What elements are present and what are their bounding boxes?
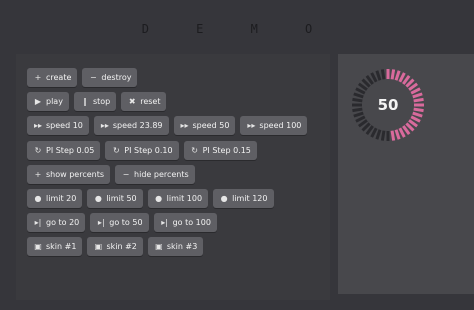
destroy-button[interactable]: − destroy bbox=[82, 68, 138, 87]
reset-icon: ✖ bbox=[128, 97, 136, 106]
button-label: speed 23.89 bbox=[112, 121, 163, 130]
button-row: ● limit 20 ● limit 50 ● limit 100 ● limit 120 bbox=[27, 189, 274, 208]
button-label: PI Step 0.10 bbox=[124, 146, 173, 155]
button-label: skin #2 bbox=[106, 242, 137, 251]
skin-2-button[interactable]: ▣ skin #2 bbox=[87, 237, 143, 256]
skin-1-button[interactable]: ▣ skin #1 bbox=[27, 237, 83, 256]
limit-50-button[interactable]: ● limit 50 bbox=[87, 189, 143, 208]
button-label: reset bbox=[140, 97, 161, 106]
speed-23-89-button[interactable]: ▸▸ speed 23.89 bbox=[93, 116, 169, 135]
skin-1-icon: ▣ bbox=[34, 242, 42, 251]
button-row: ▸| go to 20 ▸| go to 50 ▸| go to 100 bbox=[27, 213, 217, 232]
limit-20-icon: ● bbox=[34, 194, 42, 203]
button-row: ▣ skin #1 ▣ skin #2 ▣ skin #3 bbox=[27, 237, 204, 256]
skin-3-button[interactable]: ▣ skin #3 bbox=[147, 237, 204, 256]
limit-50-icon: ● bbox=[94, 194, 102, 203]
speed-50-button[interactable]: ▸▸ speed 50 bbox=[173, 116, 236, 135]
button-row: ▶ play ‖ stop ✖ reset bbox=[27, 92, 167, 111]
show-percents-button[interactable]: + show percents bbox=[27, 165, 111, 184]
speed-10-button[interactable]: ▸▸ speed 10 bbox=[27, 116, 89, 135]
limit-20-button[interactable]: ● limit 20 bbox=[27, 189, 83, 208]
hide-percents-icon: − bbox=[122, 170, 130, 179]
button-label: limit 50 bbox=[106, 194, 137, 203]
limit-100-icon: ● bbox=[155, 194, 163, 203]
limit-100-button[interactable]: ● limit 100 bbox=[147, 189, 209, 208]
skin-2-icon: ▣ bbox=[94, 242, 103, 251]
go-to-50-icon: ▸| bbox=[97, 218, 105, 227]
button-row: + create − destroy bbox=[27, 68, 138, 87]
play-button[interactable]: ▶ play bbox=[27, 92, 69, 111]
create-icon: + bbox=[34, 73, 42, 82]
button-row: + show percents − hide percents bbox=[27, 165, 195, 184]
pi-step-0-15-button[interactable]: ↻ PI Step 0.15 bbox=[183, 141, 257, 160]
go-to-20-icon: ▸| bbox=[34, 218, 42, 227]
go-to-20-button[interactable]: ▸| go to 20 bbox=[27, 213, 86, 232]
button-label: stop bbox=[92, 97, 111, 106]
speed-100-button[interactable]: ▸▸ speed 100 bbox=[240, 116, 308, 135]
button-label: speed 50 bbox=[192, 121, 230, 130]
hide-percents-button[interactable]: − hide percents bbox=[115, 165, 195, 184]
reset-button[interactable]: ✖ reset bbox=[121, 92, 167, 111]
button-label: destroy bbox=[101, 73, 132, 82]
play-icon: ▶ bbox=[34, 97, 42, 106]
button-label: limit 120 bbox=[232, 194, 268, 203]
destroy-icon: − bbox=[90, 73, 97, 82]
button-label: PI Step 0.05 bbox=[46, 146, 95, 155]
pi-step-0-10-button[interactable]: ↻ PI Step 0.10 bbox=[105, 141, 179, 160]
button-label: go to 50 bbox=[109, 218, 143, 227]
button-row: ▸▸ speed 10 ▸▸ speed 23.89 ▸▸ speed 50 ▸▸ speed… bbox=[27, 116, 308, 135]
skin-3-icon: ▣ bbox=[155, 242, 163, 251]
go-to-100-button[interactable]: ▸| go to 100 bbox=[153, 213, 217, 232]
limit-120-button[interactable]: ● limit 120 bbox=[213, 189, 274, 208]
button-label: skin #3 bbox=[166, 242, 198, 251]
create-button[interactable]: + create bbox=[27, 68, 78, 87]
button-label: PI Step 0.15 bbox=[202, 146, 251, 155]
stop-button[interactable]: ‖ stop bbox=[73, 92, 117, 111]
button-label: go to 20 bbox=[46, 218, 80, 227]
stop-icon: ‖ bbox=[82, 97, 87, 106]
button-label: limit 100 bbox=[166, 194, 203, 203]
button-label: skin #1 bbox=[46, 242, 77, 251]
page-title: D E M O bbox=[141, 22, 333, 36]
speed-100-icon: ▸▸ bbox=[247, 121, 256, 130]
gauge-value: 50 bbox=[377, 96, 399, 114]
go-to-50-button[interactable]: ▸| go to 50 bbox=[90, 213, 149, 232]
button-label: speed 10 bbox=[46, 121, 83, 130]
button-label: limit 20 bbox=[46, 194, 77, 203]
button-label: create bbox=[46, 73, 72, 82]
pi-step-0-05-icon: ↻ bbox=[34, 146, 42, 155]
show-percents-icon: + bbox=[34, 170, 42, 179]
speed-23-89-icon: ▸▸ bbox=[100, 121, 109, 130]
button-label: speed 100 bbox=[259, 121, 302, 130]
speed-10-icon: ▸▸ bbox=[33, 121, 43, 130]
button-label: hide percents bbox=[134, 170, 189, 179]
button-label: play bbox=[46, 97, 63, 106]
button-label: go to 100 bbox=[172, 218, 211, 227]
button-row: ↻ PI Step 0.05 ↻ PI Step 0.10 ↻ PI Step 0.15 bbox=[27, 141, 257, 160]
button-label: show percents bbox=[46, 170, 105, 179]
limit-120-icon: ● bbox=[220, 194, 228, 203]
pi-step-0-15-icon: ↻ bbox=[191, 146, 198, 155]
pi-step-0-05-button[interactable]: ↻ PI Step 0.05 bbox=[27, 141, 101, 160]
go-to-100-icon: ▸| bbox=[161, 218, 168, 227]
speed-50-icon: ▸▸ bbox=[180, 121, 189, 130]
progress-gauge: 50 bbox=[350, 67, 426, 143]
pi-step-0-10-icon: ↻ bbox=[112, 146, 120, 155]
